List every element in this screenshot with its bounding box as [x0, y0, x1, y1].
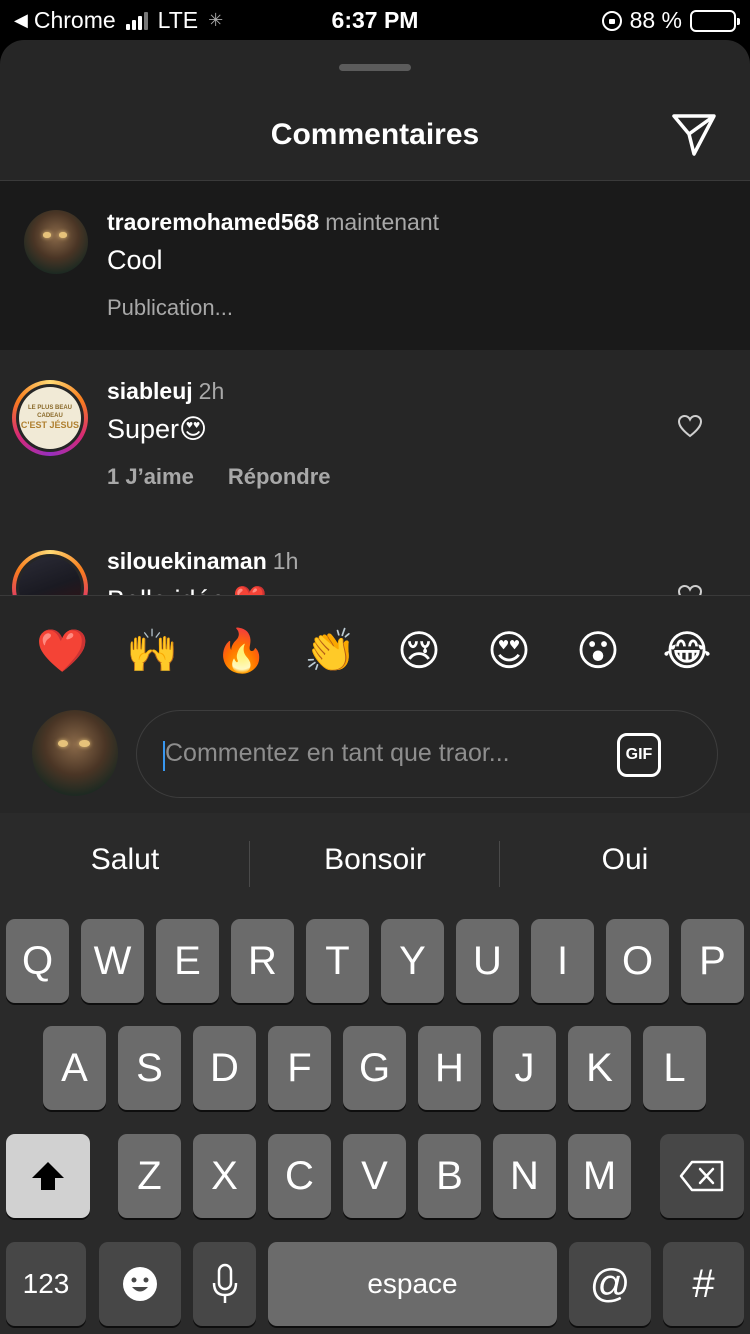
- comment-username-text[interactable]: traoremohamed568: [107, 209, 319, 235]
- delete-key[interactable]: [660, 1134, 744, 1218]
- comment-meta: 1 J’aime Répondre: [107, 464, 331, 490]
- avatar[interactable]: LE PLUS BEAU CADEAU C'EST JÉSUS: [19, 387, 81, 449]
- key-x[interactable]: X: [193, 1134, 256, 1218]
- key-y[interactable]: Y: [381, 919, 444, 1003]
- emoji-raising-hands-button[interactable]: 🙌: [126, 625, 178, 677]
- like-count-button[interactable]: 1 J’aime: [107, 464, 194, 490]
- gif-button[interactable]: GIF: [617, 733, 661, 777]
- key-e[interactable]: E: [156, 919, 219, 1003]
- key-n[interactable]: N: [493, 1134, 556, 1218]
- key-d[interactable]: D: [193, 1026, 256, 1110]
- comment-item[interactable]: LE PLUS BEAU CADEAU C'EST JÉSUS siableuj…: [0, 350, 750, 520]
- predictive-bar: Salut Bonsoir Oui: [0, 813, 750, 917]
- key-u[interactable]: U: [456, 919, 519, 1003]
- comment-username-text[interactable]: siableuj: [107, 378, 193, 404]
- battery-percent: 88 %: [629, 7, 682, 33]
- suggestion-2[interactable]: Bonsoir: [250, 843, 500, 877]
- emoji-crying-button[interactable]: 😢: [393, 625, 445, 677]
- key-t[interactable]: T: [306, 919, 369, 1003]
- suggestion-1[interactable]: Salut: [0, 843, 250, 877]
- dictation-key[interactable]: [193, 1242, 256, 1326]
- smiley-icon: [123, 1267, 157, 1301]
- key-z[interactable]: Z: [118, 1134, 181, 1218]
- key-s[interactable]: S: [118, 1026, 181, 1110]
- comment-username-text[interactable]: silouekinaman: [107, 548, 267, 574]
- comment-time: 2h: [198, 378, 225, 404]
- key-b[interactable]: B: [418, 1134, 481, 1218]
- heart-icon[interactable]: [677, 584, 703, 595]
- key-f[interactable]: F: [268, 1026, 331, 1110]
- sheet-title: Commentaires: [270, 118, 480, 151]
- emoji-surprised-button[interactable]: 😮: [572, 625, 624, 677]
- key-c[interactable]: C: [268, 1134, 331, 1218]
- key-a[interactable]: A: [43, 1026, 106, 1110]
- space-key[interactable]: espace: [268, 1242, 557, 1326]
- comment-time: maintenant: [325, 209, 440, 235]
- emoji-divider: [0, 595, 750, 596]
- key-g[interactable]: G: [343, 1026, 406, 1110]
- comment-input-placeholder: Commentez en tant que traor...: [165, 739, 510, 767]
- key-i[interactable]: I: [531, 919, 594, 1003]
- comment-meta: Publication...: [107, 295, 233, 321]
- key-r[interactable]: R: [231, 919, 294, 1003]
- comment-text: Super😍: [107, 414, 208, 444]
- numbers-key[interactable]: 123: [6, 1242, 86, 1326]
- keyboard: Salut Bonsoir Oui Q W E R T Y U I O P A …: [0, 813, 750, 1334]
- reply-button[interactable]: Répondre: [228, 464, 331, 490]
- avatar-poster-title: C'EST JÉSUS: [20, 419, 80, 430]
- emoji-clapping-button[interactable]: 👏: [304, 625, 356, 677]
- posting-status: Publication...: [107, 295, 233, 320]
- shift-arrow-icon: [32, 1162, 64, 1190]
- emoji-laughing-button[interactable]: 😂: [661, 625, 713, 677]
- emoji-key[interactable]: [99, 1242, 181, 1326]
- key-j[interactable]: J: [493, 1026, 556, 1110]
- backspace-icon: [679, 1160, 724, 1192]
- key-q[interactable]: Q: [6, 919, 69, 1003]
- key-m[interactable]: M: [568, 1134, 631, 1218]
- emoji-heart-eyes-button[interactable]: 😍: [483, 625, 535, 677]
- comment-username[interactable]: traoremohamed568 maintenant: [107, 209, 439, 236]
- heart-icon[interactable]: [677, 414, 703, 438]
- emoji-fire-button[interactable]: 🔥: [215, 625, 267, 677]
- comment-username[interactable]: silouekinaman 1h: [107, 548, 298, 575]
- sheet-grabber[interactable]: [339, 64, 411, 71]
- hash-key[interactable]: #: [663, 1242, 744, 1326]
- at-key[interactable]: @: [569, 1242, 651, 1326]
- shift-key[interactable]: [6, 1134, 90, 1218]
- comment-time: 1h: [272, 548, 299, 574]
- microphone-icon: [212, 1263, 237, 1303]
- comment-item-own[interactable]: traoremohamed568 maintenant Cool Publicat…: [0, 181, 750, 350]
- composer-avatar: [32, 710, 118, 796]
- comment-input[interactable]: Commentez en tant que traor... GIF: [136, 710, 718, 798]
- orientation-lock-icon: [601, 10, 622, 31]
- comment-text: Belle idée ❤️: [107, 584, 267, 595]
- key-p[interactable]: P: [681, 919, 744, 1003]
- key-v[interactable]: V: [343, 1134, 406, 1218]
- key-w[interactable]: W: [81, 919, 144, 1003]
- battery-icon: [690, 9, 740, 32]
- suggestion-3[interactable]: Oui: [500, 843, 750, 877]
- comment-text: Cool: [107, 245, 163, 275]
- avatar[interactable]: [24, 210, 88, 274]
- comments-sheet: Commentaires traoremohamed568 maintenant …: [0, 40, 750, 813]
- key-l[interactable]: L: [643, 1026, 706, 1110]
- status-right: 88 %: [601, 7, 740, 34]
- status-bar: ◀ Chrome LTE ✳ 6:37 PM 88 %: [0, 0, 750, 40]
- key-o[interactable]: O: [606, 919, 669, 1003]
- key-k[interactable]: K: [568, 1026, 631, 1110]
- emoji-heart-button[interactable]: ❤️: [36, 625, 88, 677]
- comment-item[interactable]: silouekinaman1h Belle idée ❤️: [0, 520, 750, 595]
- emoji-quick-bar: ❤️ 🙌 🔥 👏 😢 😍 😮 😂: [0, 625, 750, 677]
- avatar-poster-text: LE PLUS BEAU CADEAU: [27, 405, 72, 419]
- send-icon[interactable]: [670, 112, 718, 158]
- key-h[interactable]: H: [418, 1026, 481, 1110]
- comment-username[interactable]: siableuj 2h: [107, 378, 224, 405]
